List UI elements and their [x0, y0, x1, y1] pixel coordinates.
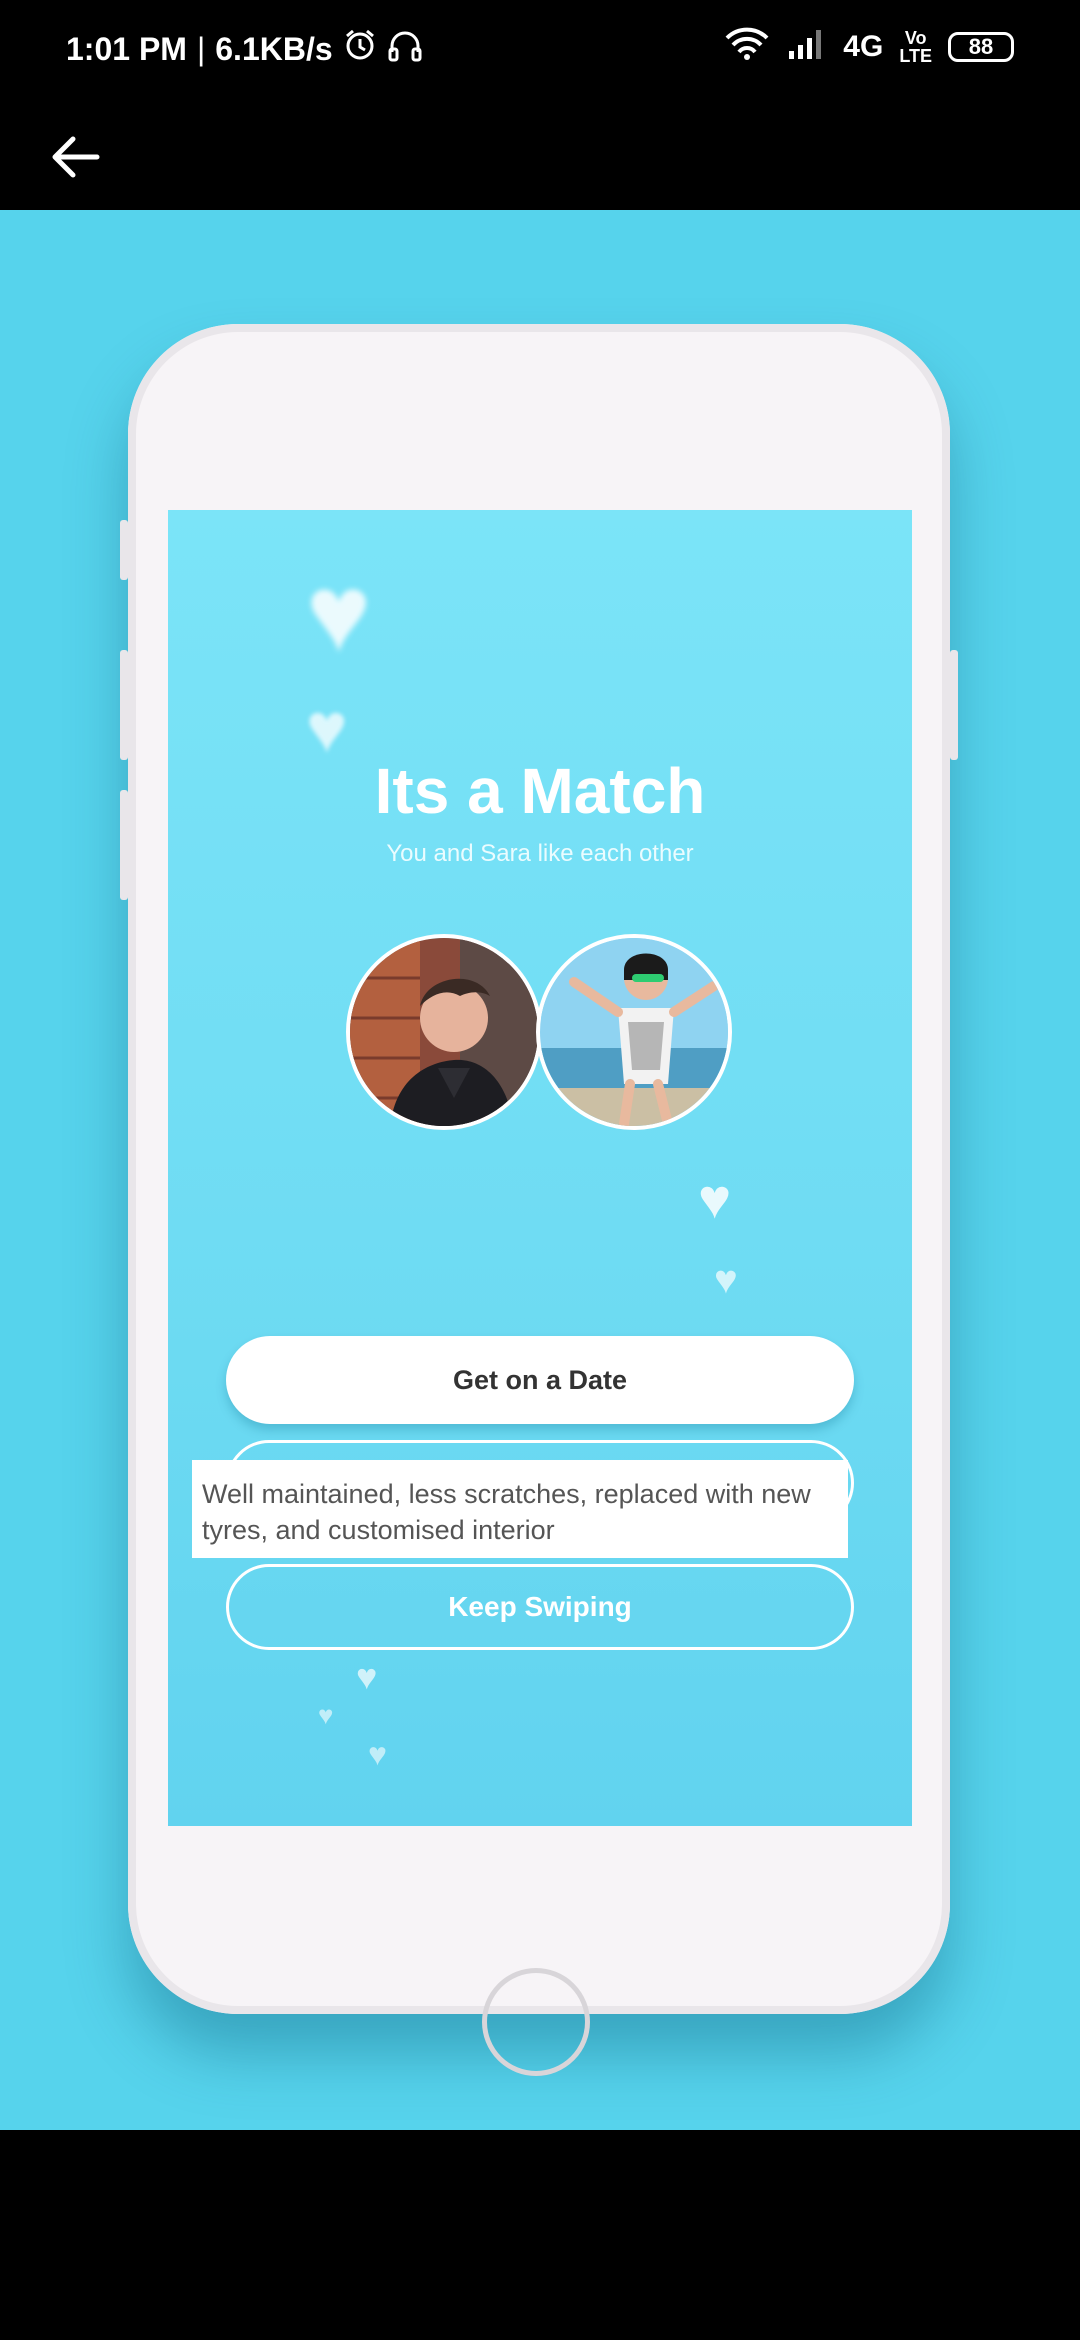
network-speed: 6.1KB/s [215, 30, 333, 67]
heart-icon: ♥ [698, 1167, 732, 1230]
arrow-left-icon [49, 134, 101, 185]
phone-mockup: ♥ ♥ ♥ ♥ ♥ ♥ ♥ Its a Match You and Sara l… [120, 324, 958, 2076]
headset-icon [387, 28, 423, 70]
back-button[interactable] [40, 124, 110, 194]
get-on-a-date-button[interactable]: Get on a Date [226, 1336, 854, 1424]
heart-icon: ♥ [714, 1258, 738, 1302]
side-button [950, 650, 958, 760]
keep-swiping-button[interactable]: Keep Swiping [226, 1564, 854, 1650]
battery-indicator: 88 [948, 32, 1014, 62]
side-button [120, 650, 128, 760]
status-bar: 1:01 PM | 6.1KB/s 4G Vo LTE 88 [0, 0, 1080, 100]
side-button [120, 520, 128, 580]
status-right: 4G Vo LTE 88 [723, 26, 1014, 68]
app-bar [0, 100, 1080, 210]
volte-top: Vo [904, 28, 927, 48]
network-type: 4G [843, 30, 884, 63]
battery-level: 88 [968, 34, 994, 59]
avatar-user [346, 934, 542, 1130]
preview-image: ♥ ♥ ♥ ♥ ♥ ♥ ♥ Its a Match You and Sara l… [0, 210, 1080, 2130]
wifi-icon [723, 26, 771, 68]
volte-indicator: Vo LTE [899, 29, 932, 65]
status-time: 1:01 PM [66, 30, 187, 67]
volte-bottom: LTE [899, 46, 932, 66]
phone-screen: ♥ ♥ ♥ ♥ ♥ ♥ ♥ Its a Match You and Sara l… [168, 510, 912, 1826]
match-title: Its a Match [374, 755, 706, 827]
heart-icon: ♥ [318, 1700, 334, 1730]
match-subtitle: You and Sara like each other [386, 840, 694, 867]
avatar-sara [536, 934, 732, 1130]
heart-icon: ♥ [306, 552, 372, 675]
signal-icon [787, 27, 827, 67]
heart-icon: ♥ [368, 1736, 387, 1772]
home-button [482, 1968, 590, 2076]
alarm-icon [343, 28, 377, 70]
side-button [120, 790, 128, 900]
status-left: 1:01 PM | 6.1KB/s [66, 28, 423, 70]
bottom-area [0, 2130, 1080, 2340]
heart-icon: ♥ [356, 1656, 378, 1697]
status-separator: | [196, 30, 206, 67]
description-overlay: Well maintained, less scratches, replace… [192, 1460, 848, 1558]
